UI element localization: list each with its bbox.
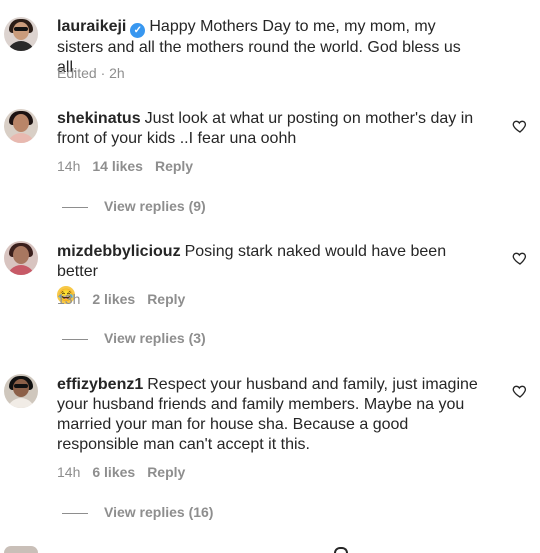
view-replies-button[interactable]: View replies (9) bbox=[62, 198, 206, 214]
comment-time: 14h bbox=[57, 464, 81, 480]
divider-line bbox=[62, 338, 88, 340]
caption-username[interactable]: lauraikeji bbox=[57, 18, 126, 35]
comment-text-block: effizybenz1 Respect your husband and fami… bbox=[57, 375, 482, 455]
view-replies-label: View replies (16) bbox=[104, 504, 214, 520]
comment-username[interactable]: effizybenz1 bbox=[57, 376, 143, 393]
caption-meta: Edited · 2h bbox=[57, 65, 125, 81]
avatar[interactable] bbox=[4, 374, 38, 408]
comment-time: 13h bbox=[57, 291, 81, 307]
avatar[interactable] bbox=[4, 109, 38, 143]
view-replies-label: View replies (9) bbox=[104, 198, 206, 214]
comment-meta: 13h 2 likes Reply bbox=[57, 291, 197, 307]
comment-likes[interactable]: 14 likes bbox=[92, 158, 143, 174]
view-replies-button[interactable]: View replies (16) bbox=[62, 504, 213, 520]
comment-likes[interactable]: 6 likes bbox=[92, 464, 135, 480]
next-comment-peek bbox=[334, 547, 348, 553]
next-comment-avatar-peek bbox=[4, 546, 38, 553]
comment-username[interactable]: mizdebbyliciouz bbox=[57, 243, 181, 260]
heart-icon[interactable] bbox=[512, 118, 528, 134]
avatar[interactable] bbox=[4, 241, 38, 275]
verified-icon: ✓ bbox=[130, 23, 146, 38]
reply-button[interactable]: Reply bbox=[155, 158, 193, 174]
comment-likes[interactable]: 2 likes bbox=[92, 291, 135, 307]
reply-button[interactable]: Reply bbox=[147, 464, 185, 480]
comment-time: 14h bbox=[57, 158, 81, 174]
comment-meta: 14h 6 likes Reply bbox=[57, 464, 197, 480]
view-replies-button[interactable]: View replies (3) bbox=[62, 330, 206, 346]
comment-meta: 14h 14 likes Reply bbox=[57, 158, 205, 174]
heart-icon[interactable] bbox=[512, 250, 528, 266]
divider-line bbox=[62, 206, 88, 208]
view-replies-label: View replies (3) bbox=[104, 330, 206, 346]
avatar[interactable] bbox=[4, 17, 38, 51]
comment-text-block: shekinatus Just look at what ur posting o… bbox=[57, 109, 482, 149]
heart-icon[interactable] bbox=[512, 383, 528, 399]
divider-line bbox=[62, 512, 88, 514]
post-caption: lauraikeji ✓ Happy Mothers Day to me, my m… bbox=[0, 0, 540, 90]
comment-username[interactable]: shekinatus bbox=[57, 110, 141, 127]
reply-button[interactable]: Reply bbox=[147, 291, 185, 307]
